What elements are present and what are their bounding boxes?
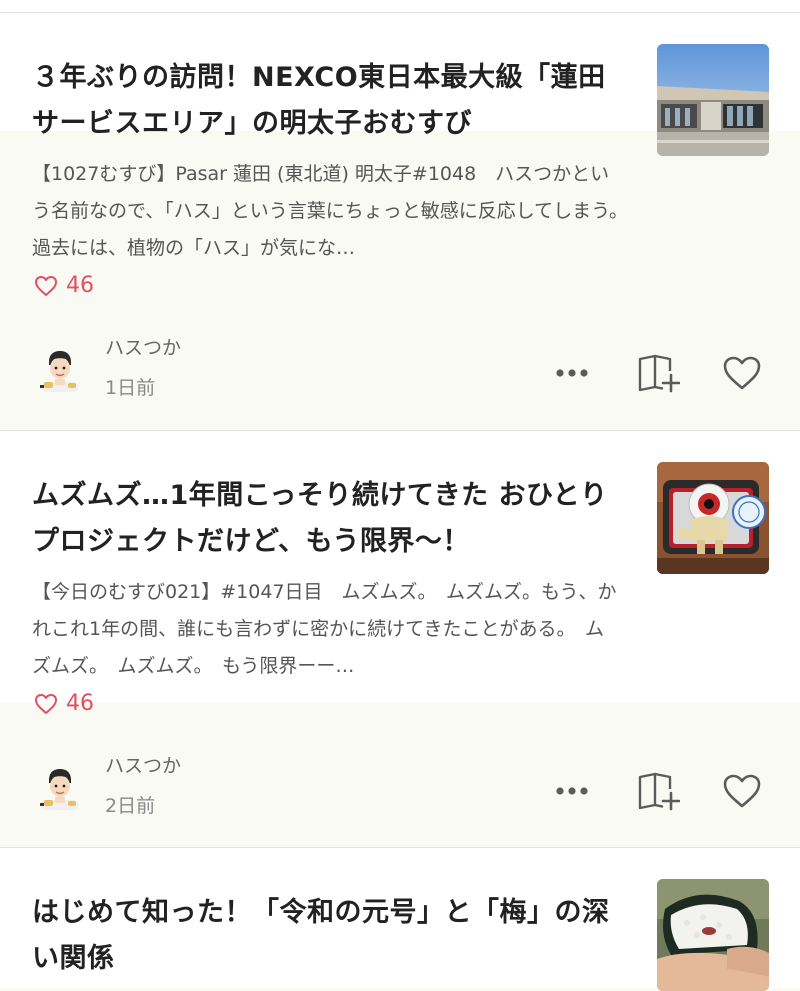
- magazine-add-icon: [638, 354, 680, 393]
- article-card[interactable]: ３年ぶりの訪問！NEXCO東日本最大級「蓮田サービスエリア」の明太子おむすび 【…: [0, 13, 800, 431]
- heart-icon: [723, 774, 761, 808]
- author-name[interactable]: ハスつか: [105, 333, 181, 360]
- mascot-suitcase-image: [657, 462, 769, 574]
- more-button[interactable]: [550, 771, 594, 811]
- like-count[interactable]: 46: [34, 691, 94, 716]
- article-excerpt: 【今日のむすび021】#1047日目 ムズムズ。 ムズムズ。もう、かれこれ1年の…: [32, 581, 617, 677]
- like-count-value: 46: [66, 273, 94, 298]
- avatar[interactable]: [40, 348, 80, 392]
- more-button[interactable]: [550, 353, 594, 393]
- heart-icon: [35, 693, 57, 714]
- post-time: 2日前: [105, 795, 156, 817]
- service-area-image: [657, 44, 769, 156]
- article-excerpt: 【1027むすび】Pasar 蓮田 (東北道) 明太子#1048 ハスつかという…: [32, 163, 622, 259]
- heart-icon: [723, 356, 761, 390]
- top-divider: [0, 0, 800, 13]
- article-card[interactable]: はじめて知った！「令和の元号」と「梅」の深い関係: [0, 848, 800, 991]
- heart-icon: [35, 275, 57, 296]
- post-time: 1日前: [105, 377, 156, 399]
- author-name[interactable]: ハスつか: [105, 751, 181, 778]
- more-icon: [556, 369, 588, 377]
- like-button[interactable]: [720, 353, 764, 393]
- article-title[interactable]: はじめて知った！「令和の元号」と「梅」の深い関係: [32, 890, 622, 982]
- article-thumbnail[interactable]: [657, 879, 769, 991]
- like-count[interactable]: 46: [34, 273, 94, 298]
- author-avatar-illustration: [40, 351, 78, 392]
- magazine-add-icon: [638, 772, 680, 811]
- avatar[interactable]: [40, 766, 80, 810]
- article-thumbnail[interactable]: [657, 462, 769, 574]
- author-avatar-illustration: [40, 769, 78, 810]
- article-title[interactable]: ムズムズ…1年間こっそり続けてきた おひとりプロジェクトだけど、もう限界〜！: [32, 473, 622, 565]
- onigiri-image: [657, 879, 769, 991]
- like-count-value: 46: [66, 691, 94, 716]
- add-to-magazine-button[interactable]: [636, 771, 680, 811]
- like-button[interactable]: [720, 771, 764, 811]
- article-card[interactable]: ムズムズ…1年間こっそり続けてきた おひとりプロジェクトだけど、もう限界〜！ 【…: [0, 431, 800, 848]
- add-to-magazine-button[interactable]: [636, 353, 680, 393]
- article-title[interactable]: ３年ぶりの訪問！NEXCO東日本最大級「蓮田サービスエリア」の明太子おむすび: [32, 55, 622, 147]
- more-icon: [556, 787, 588, 795]
- article-thumbnail[interactable]: [657, 44, 769, 156]
